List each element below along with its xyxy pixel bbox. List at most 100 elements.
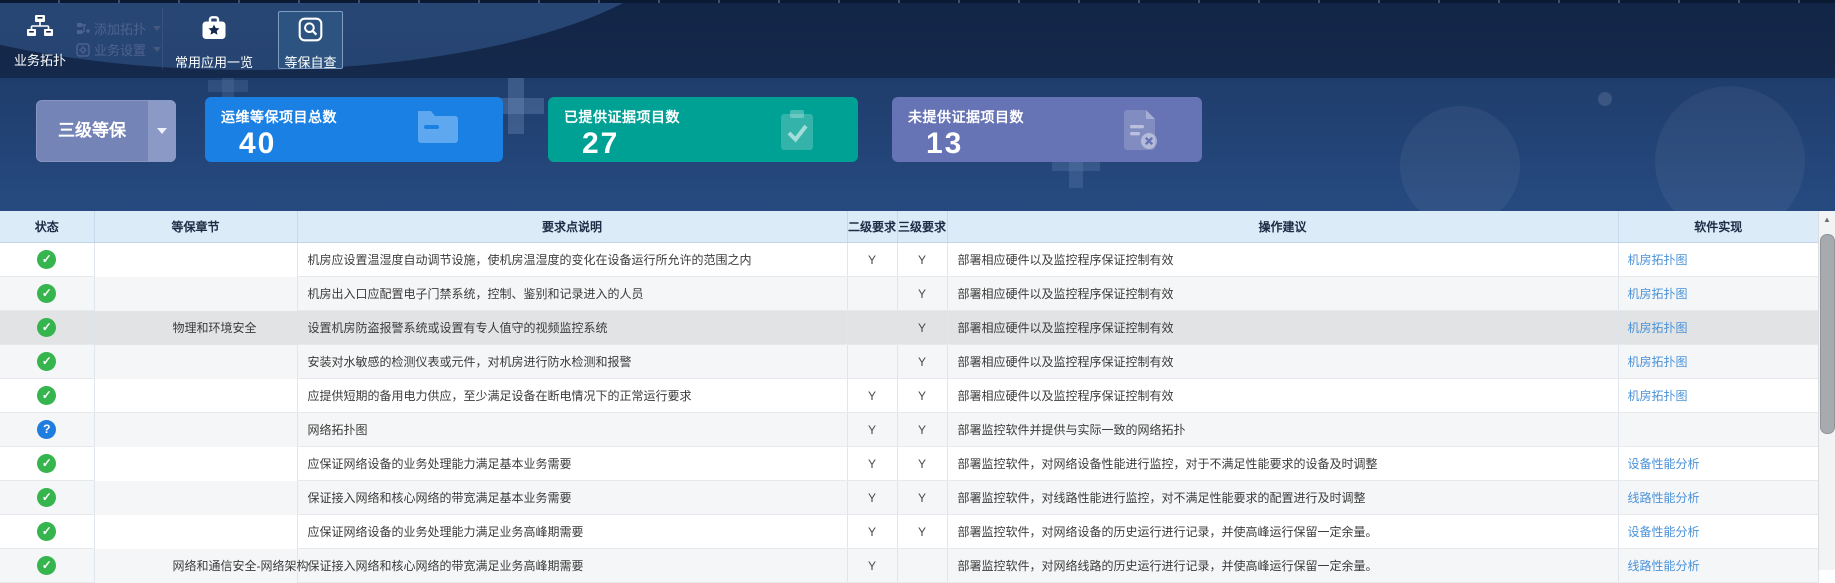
level3-cell: Y: [897, 379, 947, 413]
status-cell: [0, 345, 94, 379]
suggestion-cell: 部署相应硬件以及监控程序保证控制有效: [947, 277, 1618, 311]
check-circle-icon: [37, 488, 56, 507]
status-cell: [0, 515, 94, 549]
toolbar-item-label: 常用应用一览: [168, 52, 260, 71]
software-cell: 线路性能分析: [1618, 481, 1818, 515]
table-row: 机房出入口应配置电子门禁系统，控制、鉴别和记录进入的人员 Y 部署相应硬件以及监…: [0, 277, 1818, 311]
table-row: 保证接入网络和核心网络的带宽满足基本业务需要 Y Y 部署监控软件，对线路性能进…: [0, 481, 1818, 515]
toolbar-item-label: 等保自查: [279, 52, 342, 71]
suggestion-cell: 部署相应硬件以及监控程序保证控制有效: [947, 379, 1618, 413]
status-cell: [0, 277, 94, 311]
check-circle-icon: [37, 522, 56, 541]
software-link[interactable]: 设备性能分析: [1628, 457, 1700, 471]
software-link[interactable]: 机房拓扑图: [1628, 253, 1688, 267]
toolbar-disabled-group: 添加拓扑 业务设置: [76, 18, 161, 60]
table-row: 网络拓扑图 Y Y 部署监控软件并提供与实际一致的网络拓扑: [0, 413, 1818, 447]
briefcase-star-icon: [199, 30, 229, 47]
stat-card-evidence-missing: 未提供证据项目数 13: [892, 97, 1202, 162]
chapter-cell: [94, 345, 297, 379]
scroll-up-button[interactable]: ▲: [1819, 211, 1835, 228]
level3-cell: Y: [897, 413, 947, 447]
software-cell: 设备性能分析: [1618, 447, 1818, 481]
level2-cell: Y: [847, 379, 897, 413]
toolbar-item-compliance-self-check[interactable]: 等保自查: [278, 11, 343, 69]
requirement-cell: 保证接入网络和核心网络的带宽满足业务高峰期需要: [297, 549, 847, 583]
requirement-cell: 应提供短期的备用电力供应，至少满足设备在断电情况下的正常运行要求: [297, 379, 847, 413]
toolbar-separator: [162, 8, 163, 70]
circle-decoration: [1655, 86, 1805, 211]
table-row: 应保证网络设备的业务处理能力满足业务高峰期需要 Y Y 部署监控软件，对网络设备…: [0, 515, 1818, 549]
level3-cell: Y: [897, 447, 947, 481]
software-link[interactable]: 线路性能分析: [1628, 491, 1700, 505]
folder-icon: [415, 108, 461, 151]
status-cell: [0, 549, 94, 583]
level2-cell: Y: [847, 515, 897, 549]
software-cell: 机房拓扑图: [1618, 311, 1818, 345]
level2-cell: [847, 345, 897, 379]
column-header-status: 状态: [0, 211, 94, 243]
requirement-cell: 保证接入网络和核心网络的带宽满足基本业务需要: [297, 481, 847, 515]
requirement-cell: 网络拓扑图: [297, 413, 847, 447]
selected-level-value: 三级等保: [36, 100, 148, 162]
status-cell: [0, 481, 94, 515]
settings-icon: [76, 43, 90, 57]
software-link[interactable]: 设备性能分析: [1628, 525, 1700, 539]
toolbar-item-label: 业务拓扑: [8, 50, 72, 69]
chapter-cell: [94, 447, 297, 481]
level2-cell: [847, 311, 897, 345]
top-toolbar: 业务拓扑 添加拓扑: [0, 0, 1835, 78]
chapter-cell: [94, 515, 297, 549]
level2-cell: Y: [847, 413, 897, 447]
check-circle-icon: [37, 454, 56, 473]
table-row: 机房应设置温湿度自动调节设施，使机房温湿度的变化在设备运行所允许的范围之内 Y …: [0, 243, 1818, 277]
chapter-cell: 网络和通信安全-网络架构: [94, 549, 297, 583]
level2-cell: Y: [847, 549, 897, 583]
check-circle-icon: [37, 386, 56, 405]
vertical-scrollbar[interactable]: ▲: [1818, 211, 1835, 570]
suggestion-cell: 部署监控软件，对网络设备的历史运行进行记录，并使高峰运行保留一定余量。: [947, 515, 1618, 549]
software-link[interactable]: 机房拓扑图: [1628, 355, 1688, 369]
stat-card-value: 27: [582, 127, 858, 161]
level2-cell: Y: [847, 243, 897, 277]
software-cell: 机房拓扑图: [1618, 379, 1818, 413]
software-link[interactable]: 机房拓扑图: [1628, 287, 1688, 301]
column-header-suggestion: 操作建议: [947, 211, 1618, 243]
chapter-cell: [94, 413, 297, 447]
software-cell: 机房拓扑图: [1618, 243, 1818, 277]
stat-card-value: 40: [239, 127, 503, 161]
chapter-group-label: 网络和通信安全-网络架构: [95, 557, 309, 574]
table-row: 应提供短期的备用电力供应，至少满足设备在断电情况下的正常运行要求 Y Y 部署相…: [0, 379, 1818, 413]
compliance-table: 状态 等保章节 要求点说明 二级要求 三级要求 操作建议 软件实现 机房应设置温…: [0, 211, 1818, 583]
requirement-cell: 机房出入口应配置电子门禁系统，控制、鉴别和记录进入的人员: [297, 277, 847, 311]
table-row: 应保证网络设备的业务处理能力满足基本业务需要 Y Y 部署监控软件，对网络设备性…: [0, 447, 1818, 481]
stat-card-evidence-provided: 已提供证据项目数 27: [548, 97, 858, 162]
stat-card-value: 13: [926, 127, 1202, 161]
software-link[interactable]: 机房拓扑图: [1628, 321, 1688, 335]
magnifier-square-icon: [297, 30, 324, 47]
level3-cell: Y: [897, 515, 947, 549]
scrollbar-thumb[interactable]: [1820, 234, 1835, 434]
requirement-cell: 应保证网络设备的业务处理能力满足业务高峰期需要: [297, 515, 847, 549]
software-cell: [1618, 413, 1818, 447]
column-header-level3: 三级要求: [897, 211, 947, 243]
suggestion-cell: 部署监控软件并提供与实际一致的网络拓扑: [947, 413, 1618, 447]
level2-cell: Y: [847, 481, 897, 515]
level3-cell: Y: [897, 345, 947, 379]
chevron-down-icon: [148, 100, 176, 162]
check-circle-icon: [37, 284, 56, 303]
status-cell: [0, 413, 94, 447]
column-header-chapter: 等保章节: [94, 211, 297, 243]
check-circle-icon: [37, 318, 56, 337]
suggestion-cell: 部署监控软件，对网络线路的历史运行进行记录，并使高峰运行保留一定余量。: [947, 549, 1618, 583]
software-link[interactable]: 线路性能分析: [1628, 559, 1700, 573]
summary-banner: 三级等保 运维等保项目总数 40 已提供证据项目数 27: [0, 78, 1835, 211]
protection-level-selector[interactable]: 三级等保: [36, 100, 176, 162]
status-cell: [0, 311, 94, 345]
toolbar-item-label: 添加拓扑: [94, 19, 146, 38]
toolbar-item-common-apps[interactable]: 常用应用一览: [168, 13, 260, 71]
software-link[interactable]: 机房拓扑图: [1628, 389, 1688, 403]
software-cell: 机房拓扑图: [1618, 277, 1818, 311]
table-row-highlighted: 物理和环境安全 设置机房防盗报警系统或设置有专人值守的视频监控系统 Y 部署相应…: [0, 311, 1818, 345]
toolbar-item-business-topology[interactable]: 业务拓扑: [8, 13, 72, 69]
requirement-cell: 机房应设置温湿度自动调节设施，使机房温湿度的变化在设备运行所允许的范围之内: [297, 243, 847, 277]
